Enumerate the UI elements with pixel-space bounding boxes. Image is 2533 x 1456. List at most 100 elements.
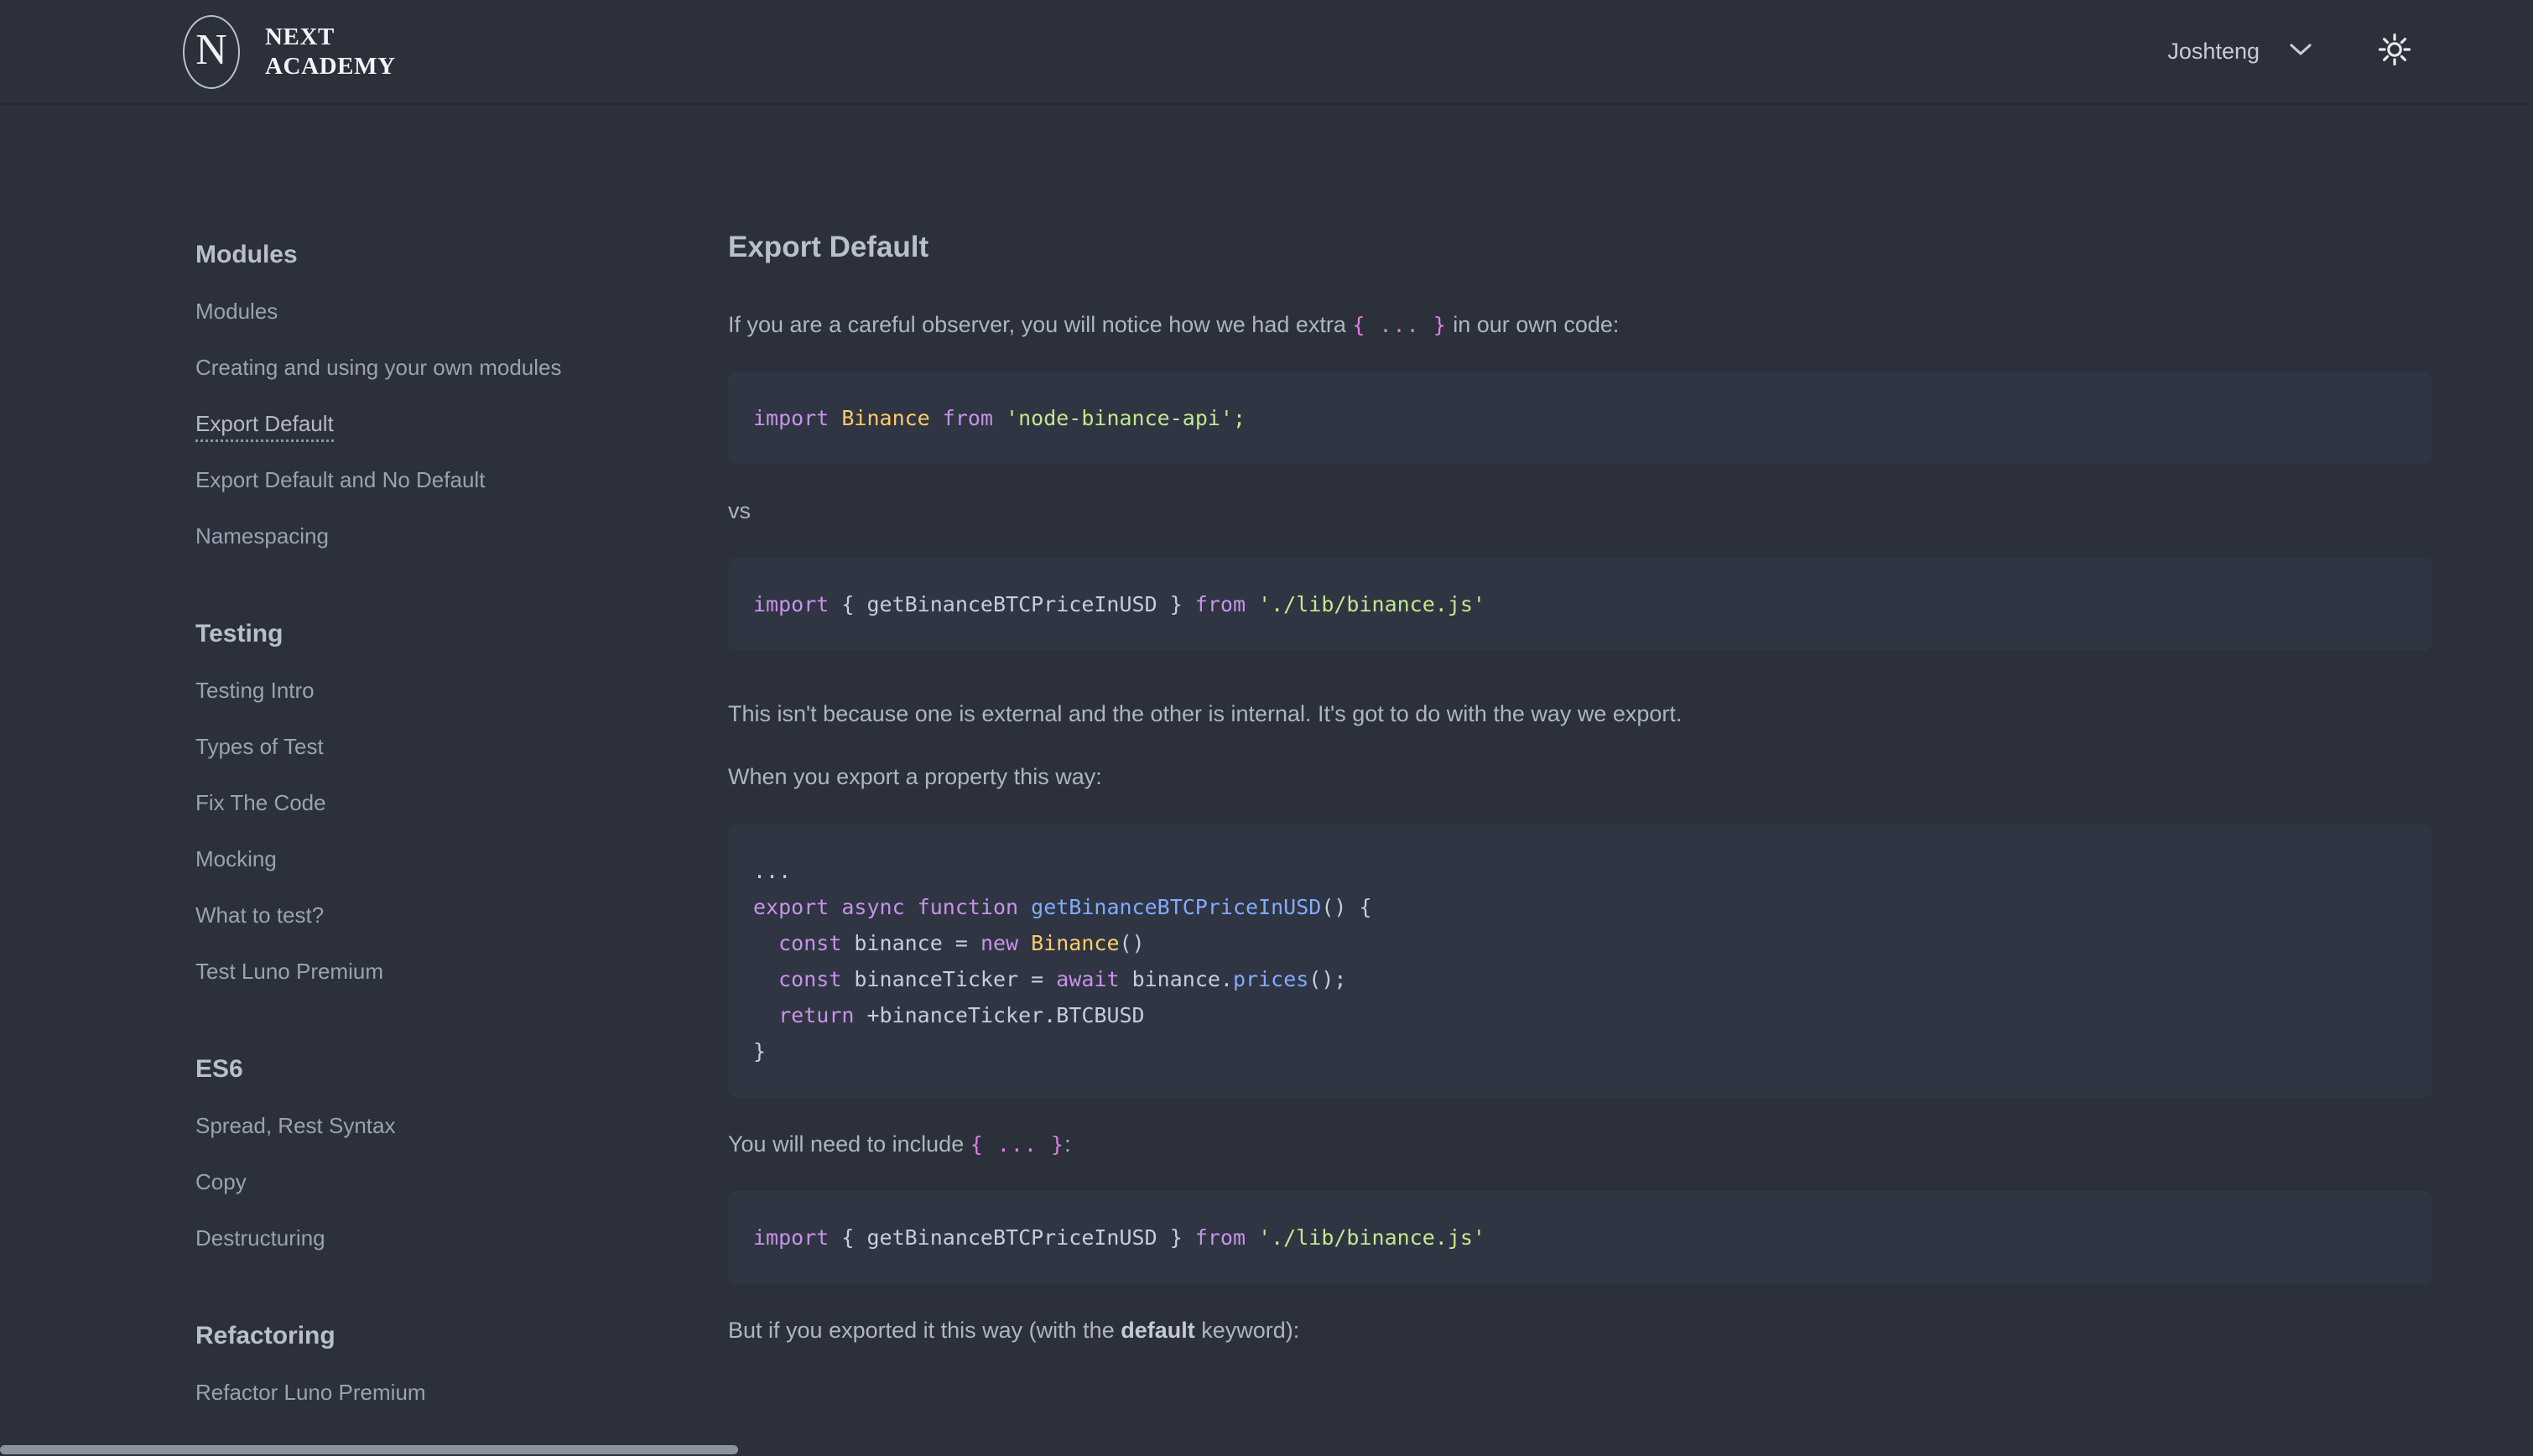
code-line: ...: [753, 853, 2407, 889]
sidebar-item-namespacing[interactable]: Namespacing: [195, 525, 329, 554]
sidebar-group-heading: Modules: [195, 241, 298, 268]
horizontal-scrollbar-thumb[interactable]: [0, 1445, 738, 1454]
sidebar-item-spread-rest-syntax[interactable]: Spread, Rest Syntax: [195, 1115, 395, 1144]
brand-line-2: ACADEMY: [265, 52, 396, 80]
explanation-paragraph: This isn't because one is external and t…: [728, 701, 1683, 727]
sidebar-item-testing-intro[interactable]: Testing Intro: [195, 679, 315, 709]
code-line: return +binanceTicker.BTCBUSD: [753, 997, 2407, 1033]
code-line: export async function getBinanceBTCPrice…: [753, 889, 2407, 925]
code-token: './lib/binance.js': [1258, 1225, 1485, 1250]
code-token: { getBinanceBTCPriceInUSD }: [841, 592, 1195, 617]
sidebar-group-heading: Testing: [195, 620, 283, 647]
default-keyword-paragraph: But if you exported it this way (with th…: [728, 1314, 2432, 1347]
code-token: binanceTicker =: [854, 966, 1057, 991]
intro-text-before: If you are a careful observer, you will …: [728, 312, 1353, 337]
code-block-named-import-2: import { getBinanceBTCPriceInUSD } from …: [728, 1190, 2432, 1284]
inline-code-braces-2: { ... }: [970, 1131, 1065, 1157]
code-line: const binance = new Binance(): [753, 925, 2407, 961]
sidebar-item-destructuring[interactable]: Destructuring: [195, 1227, 325, 1256]
user-menu-button[interactable]: Joshteng: [2152, 30, 2328, 73]
intro-text-after: in our own code:: [1446, 312, 1620, 337]
page-shell: Modules Modules Creating and using your ow…: [0, 105, 2533, 1456]
code-token: prices: [1232, 966, 1309, 991]
sidebar-item-types-of-test[interactable]: Types of Test: [195, 736, 324, 765]
sidebar-group-heading: Refactoring: [195, 1322, 335, 1349]
sidebar-item-modules[interactable]: Modules: [195, 300, 278, 330]
sidebar-item-refactor-luno-premium[interactable]: Refactor Luno Premium: [195, 1381, 426, 1411]
code-token: binance.: [1131, 966, 1233, 991]
code-token: from: [1194, 592, 1259, 617]
sidebar-item-creating-and-using-your-own-modules[interactable]: Creating and using your own modules: [195, 356, 561, 386]
sidebar-item-export-default-and-no-default[interactable]: Export Default and No Default: [195, 469, 485, 498]
include-text-before: You will need to include: [728, 1131, 970, 1157]
sidebar-group: Testing Testing Intro Types of Test Fix The…: [195, 620, 694, 1017]
theme-toggle-button[interactable]: [2374, 31, 2416, 73]
sidebar-group: ES6 Spread, Rest Syntax Copy Destructuring: [195, 1055, 694, 1283]
code-token: export: [753, 894, 842, 919]
user-name-label: Joshteng: [2167, 39, 2260, 64]
code-token: return: [778, 1002, 867, 1027]
horizontal-scrollbar[interactable]: [0, 1443, 2533, 1456]
default-text-after: keyword):: [1194, 1317, 1300, 1343]
code-token: function: [917, 894, 1032, 919]
export-way-paragraph: When you export a property this way:: [728, 764, 1102, 790]
sidebar-item-fix-the-code[interactable]: Fix The Code: [195, 792, 326, 821]
include-text-after: :: [1064, 1131, 1071, 1157]
code-token: const: [778, 966, 855, 991]
code-token: getBinanceBTCPriceInUSD: [1031, 894, 1322, 919]
include-braces-paragraph: You will need to include { ... }:: [728, 1128, 2432, 1161]
sidebar-item-list: Testing Intro Types of Test Fix The Code Mo…: [195, 679, 694, 1017]
code-token: () {: [1321, 894, 1372, 919]
code-token: 'node-binance-api';: [1006, 406, 1246, 431]
brand-wordmark: NEXT ACADEMY: [265, 23, 396, 80]
code-token: import: [753, 592, 842, 617]
sidebar-bottom-edge: [0, 1421, 728, 1443]
code-token: const: [778, 930, 855, 955]
course-sidebar: Modules Modules Creating and using your ow…: [0, 105, 728, 1456]
code-token: binance =: [854, 930, 980, 955]
code-token: }: [753, 1038, 767, 1063]
next-academy-logo-icon: N: [183, 14, 240, 89]
sidebar-item-export-default[interactable]: Export Default: [195, 413, 334, 442]
page-title: Export Default: [728, 231, 929, 263]
brand-line-1: NEXT: [265, 23, 335, 51]
vs-label: vs: [728, 498, 751, 524]
code-token: new: [980, 930, 1032, 955]
top-header-bar: N NEXT ACADEMY Joshteng: [0, 0, 2533, 105]
brand-logo[interactable]: N NEXT ACADEMY: [183, 14, 396, 89]
code-token: +binanceTicker.BTCBUSD: [866, 1002, 1145, 1027]
code-token: ...: [753, 858, 792, 883]
sidebar-nav-list: Modules Modules Creating and using your ow…: [0, 105, 728, 1456]
code-token: (): [1119, 930, 1145, 955]
code-token: from: [1194, 1225, 1259, 1250]
code-token: ();: [1308, 966, 1347, 991]
code-block-export-function: ... export async function getBinanceBTCPr…: [728, 824, 2432, 1098]
code-line: const binanceTicker = await binance.pric…: [753, 961, 2407, 997]
sun-icon: [2377, 32, 2412, 71]
sidebar-item-copy[interactable]: Copy: [195, 1171, 247, 1200]
sidebar-item-list: Spread, Rest Syntax Copy Destructuring: [195, 1115, 694, 1283]
sidebar-group-heading: ES6: [195, 1055, 243, 1083]
code-line: }: [753, 1033, 2407, 1069]
code-token: from: [942, 406, 1006, 431]
code-token: await: [1056, 966, 1132, 991]
code-token: Binance: [1031, 930, 1120, 955]
intro-paragraph: If you are a careful observer, you will …: [728, 309, 2432, 341]
code-block-named-import: import { getBinanceBTCPriceInUSD } from …: [728, 558, 2432, 652]
sidebar-item-mocking[interactable]: Mocking: [195, 848, 277, 877]
default-keyword-bold: default: [1121, 1317, 1195, 1343]
sidebar-item-what-to-test[interactable]: What to test?: [195, 904, 324, 933]
logo-letter: N: [195, 25, 227, 74]
lesson-content: Export Default If you are a careful obse…: [728, 105, 2533, 1456]
sidebar-item-list: Modules Creating and using your own modul…: [195, 300, 694, 581]
code-block-import-binance: import Binance from 'node-binance-api';: [728, 372, 2432, 465]
sidebar-item-test-luno-premium[interactable]: Test Luno Premium: [195, 960, 383, 990]
code-token: Binance: [841, 406, 943, 431]
default-text-before: But if you exported it this way (with th…: [728, 1317, 1121, 1343]
code-token: './lib/binance.js': [1258, 592, 1485, 617]
code-token: { getBinanceBTCPriceInUSD }: [841, 1225, 1195, 1250]
